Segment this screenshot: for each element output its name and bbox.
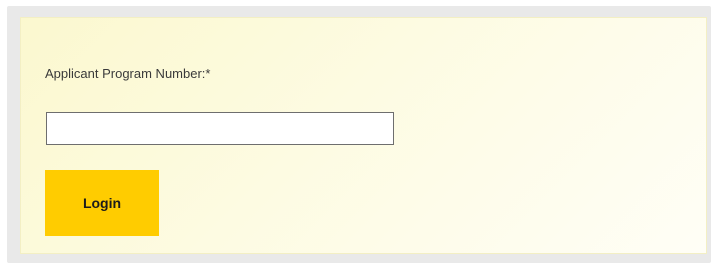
applicant-program-number-label: Applicant Program Number:* [45,66,211,81]
login-button[interactable]: Login [45,170,159,236]
applicant-program-number-input[interactable] [46,112,394,145]
